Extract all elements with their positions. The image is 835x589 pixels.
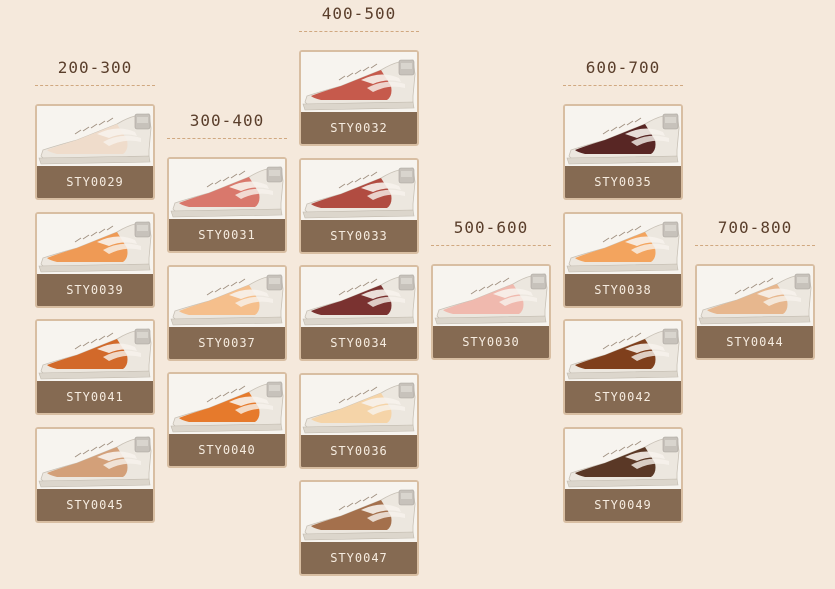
product-card[interactable]: STY0030 <box>431 264 551 360</box>
product-card[interactable]: STY0044 <box>695 264 815 360</box>
product-card[interactable]: STY0033 <box>299 158 419 254</box>
product-code: STY0033 <box>301 220 417 252</box>
sneaker-image <box>565 214 681 274</box>
product-code: STY0049 <box>565 489 681 521</box>
product-card[interactable]: STY0034 <box>299 265 419 361</box>
sneaker-image <box>37 106 153 166</box>
sneaker-image <box>301 160 417 220</box>
product-card[interactable]: STY0035 <box>563 104 683 200</box>
sneaker-image <box>565 321 681 381</box>
sneaker-image <box>565 106 681 166</box>
product-code: STY0041 <box>37 381 153 413</box>
sneaker-image <box>169 374 285 434</box>
product-code: STY0036 <box>301 435 417 467</box>
sneaker-image <box>433 266 549 326</box>
product-code: STY0037 <box>169 327 285 359</box>
product-card[interactable]: STY0049 <box>563 427 683 523</box>
column-header-price-range: 300-400 <box>189 111 265 130</box>
product-code: STY0042 <box>565 381 681 413</box>
column-header-price-range: 600-700 <box>585 58 661 77</box>
column-header-price-range: 500-600 <box>453 218 529 237</box>
sneaker-image <box>37 321 153 381</box>
sneaker-image <box>697 266 813 326</box>
product-code: STY0044 <box>697 326 813 358</box>
column-header-price-range: 200-300 <box>57 58 133 77</box>
product-code: STY0031 <box>169 219 285 251</box>
product-code: STY0032 <box>301 112 417 144</box>
product-card[interactable]: STY0040 <box>167 372 287 468</box>
column-divider <box>563 85 683 86</box>
column-divider <box>299 31 419 32</box>
product-card[interactable]: STY0031 <box>167 157 287 253</box>
product-code: STY0047 <box>301 542 417 574</box>
product-card[interactable]: STY0045 <box>35 427 155 523</box>
column-divider <box>431 245 551 246</box>
product-card[interactable]: STY0041 <box>35 319 155 415</box>
product-card[interactable]: STY0029 <box>35 104 155 200</box>
sneaker-image <box>169 159 285 219</box>
sneaker-image <box>301 375 417 435</box>
column-header-price-range: 400-500 <box>321 4 397 23</box>
product-code: STY0034 <box>301 327 417 359</box>
product-code: STY0029 <box>37 166 153 198</box>
sneaker-image <box>169 267 285 327</box>
price-range-grid: 200-300 STY0029 STY0039 STY0041 STY0045 300-4… <box>0 0 835 589</box>
product-code: STY0039 <box>37 274 153 306</box>
product-code: STY0040 <box>169 434 285 466</box>
sneaker-image <box>301 267 417 327</box>
column-divider <box>167 138 287 139</box>
product-card[interactable]: STY0039 <box>35 212 155 308</box>
column-divider <box>695 245 815 246</box>
product-code: STY0035 <box>565 166 681 198</box>
sneaker-image <box>565 429 681 489</box>
column-divider <box>35 85 155 86</box>
sneaker-image <box>37 214 153 274</box>
column-header-price-range: 700-800 <box>717 218 793 237</box>
product-card[interactable]: STY0038 <box>563 212 683 308</box>
sneaker-image <box>301 52 417 112</box>
product-code: STY0038 <box>565 274 681 306</box>
sneaker-image <box>37 429 153 489</box>
product-card[interactable]: STY0042 <box>563 319 683 415</box>
product-card[interactable]: STY0036 <box>299 373 419 469</box>
product-code: STY0045 <box>37 489 153 521</box>
sneaker-image <box>301 482 417 542</box>
product-card[interactable]: STY0037 <box>167 265 287 361</box>
product-card[interactable]: STY0047 <box>299 480 419 576</box>
product-code: STY0030 <box>433 326 549 358</box>
product-card[interactable]: STY0032 <box>299 50 419 146</box>
